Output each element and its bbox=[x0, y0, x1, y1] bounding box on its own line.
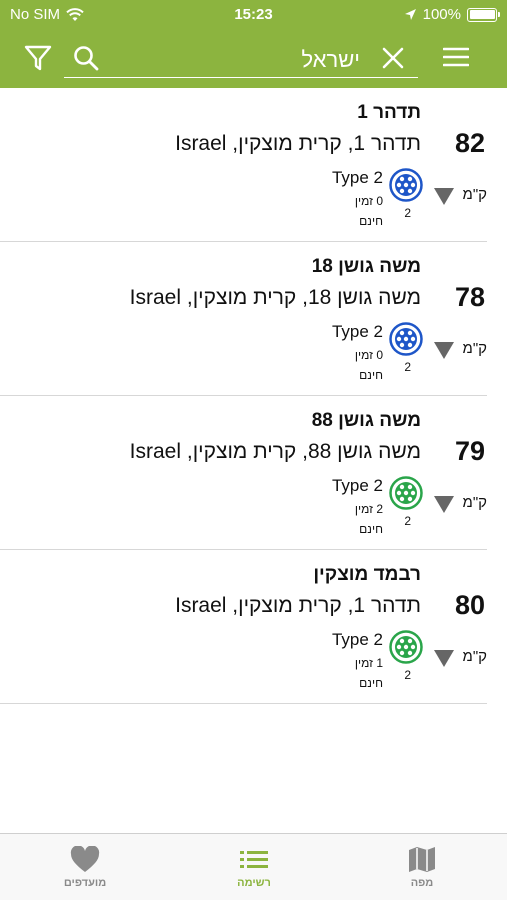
battery-percent: 100% bbox=[422, 6, 461, 23]
arrow-down-icon bbox=[434, 650, 454, 667]
station-distance: 78 bbox=[454, 282, 485, 312]
status-bar: No SIM 15:23 100% bbox=[0, 0, 507, 30]
connector-count: 2 bbox=[404, 360, 411, 374]
location-arrow-icon bbox=[404, 9, 416, 20]
map-icon bbox=[409, 847, 435, 872]
type2-connector-icon bbox=[389, 476, 423, 510]
station-address: תדהר 1, קרית מוצקין, Israel bbox=[175, 594, 421, 617]
arrow-down-icon bbox=[434, 342, 454, 359]
price: חינם bbox=[359, 676, 383, 690]
station-row[interactable]: משה גושן 18 משה גושן 18, קרית מוצקין, Is… bbox=[0, 242, 487, 396]
filter-icon bbox=[24, 45, 52, 71]
connector-count: 2 bbox=[404, 668, 411, 682]
connector-type: Type 2 bbox=[331, 630, 383, 649]
heart-icon bbox=[70, 846, 100, 872]
tab-label: מועדפים bbox=[63, 877, 107, 889]
station-row[interactable]: רבמד מוצקין תדהר 1, קרית מוצקין, Israel … bbox=[0, 550, 487, 704]
arrow-down-icon bbox=[434, 188, 454, 205]
search-icon bbox=[74, 46, 99, 71]
availability: 0 זמין bbox=[354, 348, 383, 362]
tab-label: רשימה bbox=[237, 877, 271, 889]
connector-type: Type 2 bbox=[331, 476, 383, 495]
menu-button[interactable] bbox=[442, 44, 470, 70]
station-distance: 82 bbox=[454, 128, 485, 158]
type2-connector-icon bbox=[389, 322, 423, 356]
price: חינם bbox=[359, 214, 383, 228]
type2-connector-icon bbox=[389, 168, 423, 202]
distance-unit: ק"מ bbox=[462, 340, 487, 357]
tab-list[interactable]: רשימה bbox=[194, 834, 314, 900]
hamburger-menu-icon bbox=[442, 47, 470, 67]
arrow-down-icon bbox=[434, 496, 454, 513]
type2-connector-icon bbox=[389, 630, 423, 664]
distance-unit: ק"מ bbox=[462, 648, 487, 665]
tab-favorites[interactable]: מועדפים bbox=[25, 834, 145, 900]
station-title: משה גושן 18 bbox=[311, 256, 421, 277]
availability: 0 זמין bbox=[354, 194, 383, 208]
tab-label: מפה bbox=[410, 877, 434, 889]
battery-icon bbox=[467, 7, 500, 22]
connector-count: 2 bbox=[404, 514, 411, 528]
station-row[interactable]: תדהר 1 תדהר 1, קרית מוצקין, Israel 82 ק"… bbox=[0, 88, 487, 242]
distance-unit: ק"מ bbox=[462, 186, 487, 203]
tab-map[interactable]: מפה bbox=[362, 834, 482, 900]
distance-unit: ק"מ bbox=[462, 494, 487, 511]
price: חינם bbox=[359, 368, 383, 382]
tab-bar: מועדפים רשימה מפה bbox=[0, 833, 507, 900]
station-address: תדהר 1, קרית מוצקין, Israel bbox=[175, 132, 421, 155]
station-distance: 80 bbox=[454, 590, 485, 620]
connector-count: 2 bbox=[404, 206, 411, 220]
availability: 1 זמין bbox=[354, 656, 383, 670]
price: חינם bbox=[359, 522, 383, 536]
station-address: משה גושן 18, קרית מוצקין, Israel bbox=[129, 286, 421, 309]
station-title: רבמד מוצקין bbox=[313, 564, 421, 585]
status-right: 100% bbox=[404, 6, 500, 23]
station-title: משה גושן 88 bbox=[311, 410, 421, 431]
station-title: תדהר 1 bbox=[357, 102, 421, 123]
app-header: No SIM 15:23 100% ישראל bbox=[0, 0, 507, 88]
list-icon bbox=[240, 851, 268, 868]
filter-button[interactable] bbox=[22, 42, 54, 74]
station-address: משה גושן 88, קרית מוצקין, Israel bbox=[129, 440, 421, 463]
search-input[interactable]: ישראל bbox=[64, 38, 418, 78]
station-row[interactable]: משה גושן 88 משה גושן 88, קרית מוצקין, Is… bbox=[0, 396, 487, 550]
search-toolbar: ישראל bbox=[0, 34, 507, 82]
stations-list: תדהר 1 תדהר 1, קרית מוצקין, Israel 82 ק"… bbox=[0, 88, 507, 704]
availability: 2 זמין bbox=[354, 502, 383, 516]
connector-type: Type 2 bbox=[331, 168, 383, 187]
clear-search-icon[interactable] bbox=[380, 45, 406, 71]
search-value: ישראל bbox=[301, 47, 360, 72]
station-distance: 79 bbox=[454, 436, 485, 466]
connector-type: Type 2 bbox=[331, 322, 383, 341]
